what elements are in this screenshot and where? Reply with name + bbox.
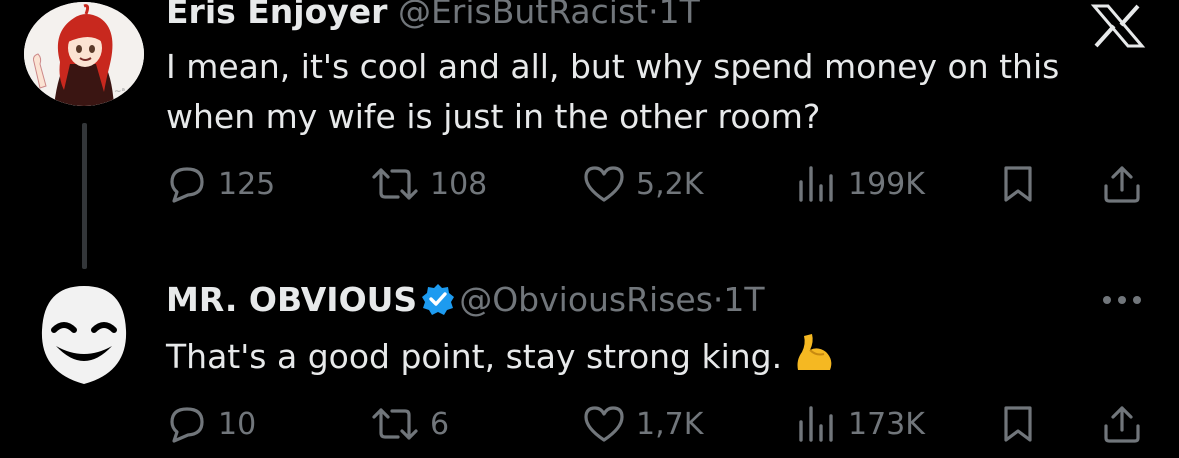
tweet-2-header: MR. OBVIOUS @ObviousRises·1T (166, 280, 765, 320)
tweet-1-action-bar: 125 108 5,2K 199K (0, 164, 1179, 208)
views-icon (799, 166, 833, 202)
tweet-2-view-count: 173K (848, 406, 925, 442)
tweet-2-handle[interactable]: @ObviousRises (459, 280, 713, 319)
reply-thread: ~ᵃ Eris Enjoyer @ErisButRacist·1T I mean… (0, 0, 1179, 458)
repost-icon (372, 408, 418, 440)
share-icon (1104, 166, 1140, 203)
tweet-1-view-count: 199K (848, 166, 925, 202)
svg-text:~ᵃ: ~ᵃ (114, 87, 125, 97)
tweet-2-share-button[interactable] (1100, 404, 1144, 444)
bookmark-icon (1004, 406, 1032, 442)
tweet-1-repost-button[interactable]: 108 (370, 164, 487, 204)
repost-icon (372, 168, 418, 200)
tweet-1-like-count: 5,2K (636, 166, 704, 202)
tweet-1-like-button[interactable]: 5,2K (582, 164, 703, 204)
bookmark-icon (1004, 166, 1032, 202)
tweet-1-views-button[interactable]: 199K (794, 164, 925, 204)
share-icon (1104, 406, 1140, 443)
tweet-2-time[interactable]: 1T (723, 280, 764, 319)
tweet-2-views-button[interactable]: 173K (794, 404, 925, 444)
tweet-2-repost-button[interactable]: 6 (370, 404, 449, 444)
tweet-1-header: Eris Enjoyer @ErisButRacist·1T (166, 0, 700, 32)
tweet-2-separator: · (712, 280, 724, 319)
tweet-2-reply-button[interactable]: 10 (166, 404, 256, 444)
tweet-2-bookmark-button[interactable] (998, 404, 1038, 444)
views-icon (799, 406, 833, 442)
tweet-1-bookmark-button[interactable] (998, 164, 1038, 204)
verified-badge-icon (422, 284, 455, 315)
tweet-2-text: That's a good point, stay strong king. (166, 330, 836, 382)
more-icon[interactable] (1100, 290, 1144, 314)
tweet-1-repost-count: 108 (430, 166, 488, 202)
avatar-mr-obvious[interactable] (24, 272, 144, 394)
x-logo-icon[interactable] (1090, 4, 1146, 52)
tweet-1-separator: · (648, 0, 659, 31)
like-icon (584, 166, 624, 202)
tweet-1-reply-button[interactable]: 125 (166, 164, 275, 204)
flexed-biceps-emoji (797, 334, 832, 370)
tweet-1-reply-count: 125 (218, 166, 276, 202)
tweet-1-text-line-2: when my wife is just in the other room? (166, 97, 821, 136)
tweet-1-share-button[interactable] (1100, 164, 1144, 204)
tweet-1-time[interactable]: 1T (659, 0, 700, 31)
like-icon (584, 406, 624, 442)
tweet-2-like-button[interactable]: 1,7K (582, 404, 703, 444)
reply-icon (170, 407, 204, 443)
tweet-1-text-line-1: I mean, it's cool and all, but why spend… (166, 47, 1060, 86)
tweet-1-handle[interactable]: @ErisButRacist (398, 0, 648, 31)
tweet-2-display-name[interactable]: MR. OBVIOUS (166, 280, 417, 319)
tweet-2-repost-count: 6 (430, 406, 450, 442)
tweet-2-text-content: That's a good point, stay strong king. (166, 337, 783, 376)
tweet-2-action-bar: 10 6 1,7K 173K (0, 404, 1179, 448)
tweet-1-display-name[interactable]: Eris Enjoyer (166, 0, 387, 31)
reply-icon (170, 167, 204, 203)
tweet-2-like-count: 1,7K (636, 406, 704, 442)
tweet-2-reply-count: 10 (218, 406, 257, 442)
avatar-eris-enjoyer[interactable]: ~ᵃ (24, 2, 144, 106)
